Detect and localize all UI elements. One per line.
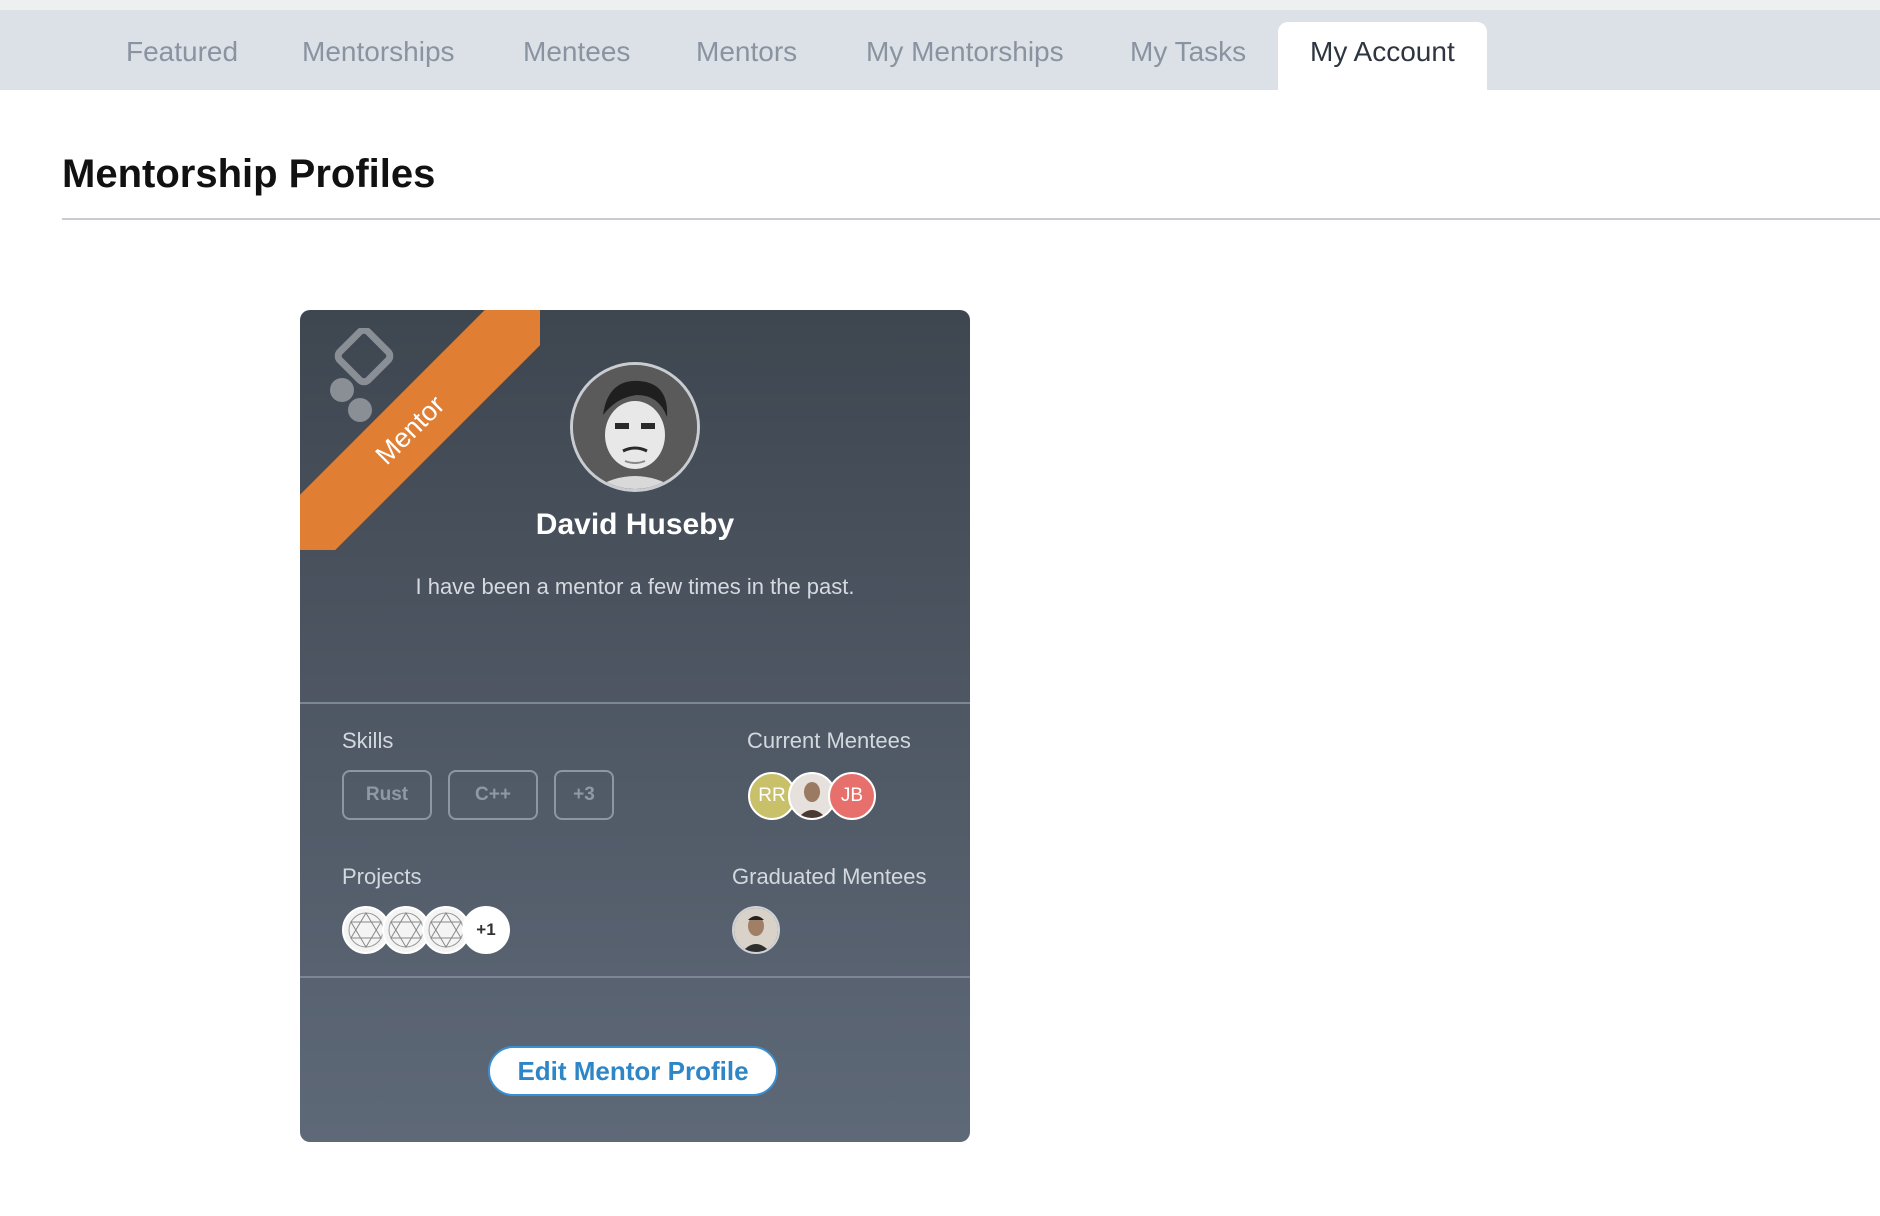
projects-label: Projects [342,864,422,889]
tab-mentorships[interactable]: Mentorships [302,36,455,68]
graduated-mentee-avatar[interactable] [732,906,780,954]
mentor-profile-card: Mentor David Huseby I have been a mentor… [300,310,970,1142]
mentee-avatar-jb[interactable]: JB [828,772,876,820]
tab-mentors[interactable]: Mentors [696,36,797,68]
top-strip [0,0,1880,10]
tab-my-tasks[interactable]: My Tasks [1130,36,1246,68]
avatar [570,362,700,492]
person-photo-icon [734,908,778,952]
tab-mentees[interactable]: Mentees [523,36,630,68]
mentor-name: David Huseby [535,508,735,541]
tab-featured[interactable]: Featured [126,36,238,68]
card-header: Mentor David Huseby I have been a mentor… [300,310,970,702]
skill-chip-rust[interactable]: Rust [342,770,432,820]
avatar-illustration-icon [573,365,697,489]
edit-mentor-profile-button[interactable]: Edit Mentor Profile [488,1046,778,1096]
tab-bar: Featured Mentorships Mentees Mentors My … [0,10,1880,90]
page-title: Mentorship Profiles [62,152,436,196]
skill-chip-more[interactable]: +3 [554,770,614,820]
tab-my-account[interactable]: My Account [1278,22,1487,90]
card-footer-divider [300,976,970,978]
title-divider [62,218,1880,220]
graduated-mentees-label: Graduated Mentees [732,864,927,889]
projects-more-badge[interactable]: +1 [462,906,510,954]
mentor-bio: I have been a mentor a few times in the … [415,574,855,599]
card-divider [300,702,970,704]
tab-my-mentorships[interactable]: My Mentorships [866,36,1064,68]
current-mentees-label: Current Mentees [747,728,911,753]
skill-chip-cpp[interactable]: C++ [448,770,538,820]
skills-label: Skills [342,728,394,753]
